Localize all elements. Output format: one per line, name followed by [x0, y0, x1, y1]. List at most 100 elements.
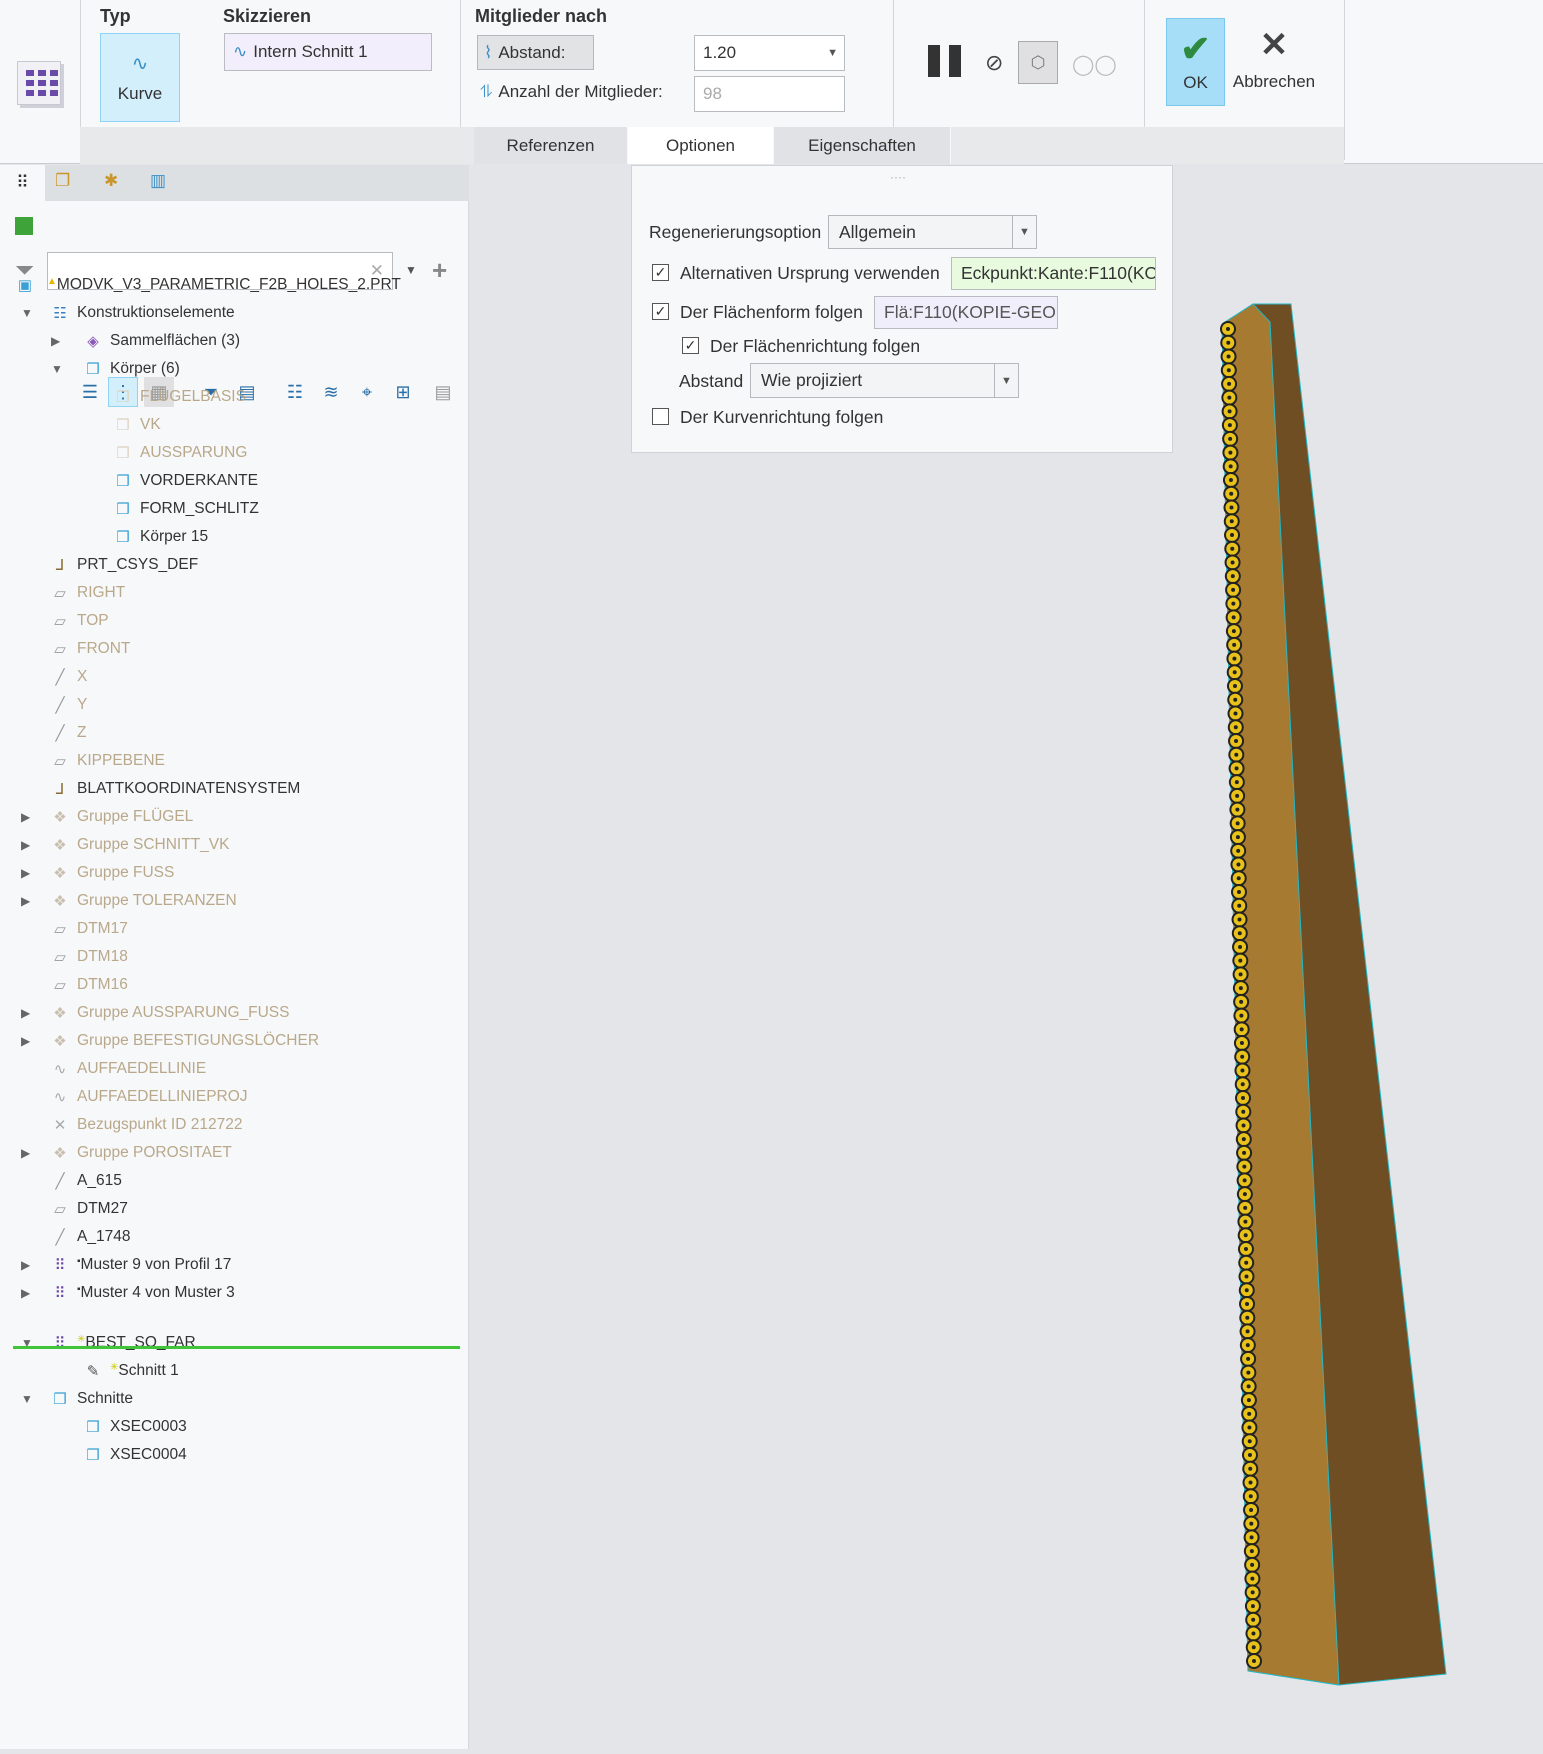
alt-origin-checkbox[interactable]: ✓: [652, 264, 669, 281]
tree-item[interactable]: ▶ ⠿ ▪Muster 4 von Muster 3: [0, 1279, 469, 1307]
body-icon: ❒: [116, 501, 130, 518]
collapse-arrow-icon[interactable]: ▼: [21, 306, 33, 320]
tree-item[interactable]: ▱ DTM17: [0, 915, 469, 943]
tree-item[interactable]: ❒ FLÜGELBASIS: [0, 383, 469, 411]
tree-item[interactable]: ▶ ❖ Gruppe BEFESTIGUNGSLÖCHER: [0, 1027, 469, 1055]
surface-dir-checkbox[interactable]: ✓: [682, 337, 699, 354]
tree-item[interactable]: ✕ Bezugspunkt ID 212722: [0, 1111, 469, 1139]
tree-item[interactable]: ╱ A_615: [0, 1167, 469, 1195]
tree-item[interactable]: ▼ ⠿ ✳BEST_SO_FAR: [0, 1329, 469, 1357]
expand-arrow-icon[interactable]: ▶: [21, 1286, 30, 1300]
glasses-icon[interactable]: ◯◯: [1072, 52, 1117, 77]
folder-browser-icon[interactable]: ❐: [55, 171, 70, 191]
tree-item[interactable]: ▱ DTM27: [0, 1195, 469, 1223]
tree-item[interactable]: ⅃ BLATTKOORDINATENSYSTEM: [0, 775, 469, 803]
insert-marker[interactable]: [13, 1346, 460, 1349]
expand-arrow-icon[interactable]: ▶: [51, 334, 60, 348]
expand-arrow-icon[interactable]: ▶: [21, 838, 30, 852]
layers-chart-icon[interactable]: ▥: [150, 171, 166, 191]
tree-item-label: FRONT: [77, 640, 131, 657]
tab-model-tree-icon[interactable]: ⠿: [0, 165, 45, 201]
tree-item[interactable]: ╱ A_1748: [0, 1223, 469, 1251]
surface-collector[interactable]: Flä:F110(KOPIE-GEOM: [874, 296, 1058, 329]
tab-optionen[interactable]: Optionen: [628, 127, 774, 164]
expand-arrow-icon[interactable]: ▶: [21, 810, 30, 824]
tree-item[interactable]: ▶ ⠿ ▪Muster 9 von Profil 17: [0, 1251, 469, 1279]
sketch-collector[interactable]: ∿ Intern Schnitt 1: [224, 33, 432, 71]
tree-item[interactable]: ╱ Z: [0, 719, 469, 747]
tree-item[interactable]: ▶ ❖ Gruppe TOLERANZEN: [0, 887, 469, 915]
alt-origin-label: Alternativen Ursprung verwenden: [680, 263, 940, 283]
no-preview-icon[interactable]: ⊘: [985, 50, 1003, 76]
tree-item[interactable]: ∿ AUFFAEDELLINIEPROJ: [0, 1083, 469, 1111]
tab-referenzen[interactable]: Referenzen: [474, 127, 628, 164]
collapse-arrow-icon[interactable]: ▼: [21, 1392, 33, 1406]
favorites-icon[interactable]: ✱: [104, 171, 118, 191]
tree-item[interactable]: ▼ ☷ Konstruktionselemente: [0, 299, 469, 327]
surface-shape-checkbox[interactable]: ✓: [652, 303, 669, 320]
tree-item[interactable]: ▶ ❖ Gruppe SCHNITT_VK: [0, 831, 469, 859]
tree-item[interactable]: ▱ RIGHT: [0, 579, 469, 607]
tree-item[interactable]: ▶ ❖ Gruppe AUSSPARUNG_FUSS: [0, 999, 469, 1027]
tree-item[interactable]: ❒ FORM_SCHLITZ: [0, 495, 469, 523]
pattern-member-center: [1231, 587, 1236, 592]
tab-eigenschaften[interactable]: Eigenschaften: [774, 127, 951, 164]
pattern-member-center: [1245, 1329, 1250, 1334]
tree-item[interactable]: ▶ ❖ Gruppe POROSITAET: [0, 1139, 469, 1167]
tree-item-label: A_1748: [77, 1228, 131, 1245]
expand-arrow-icon[interactable]: ▶: [21, 866, 30, 880]
tree-item[interactable]: ❒ VORDERKANTE: [0, 467, 469, 495]
tree-item[interactable]: ▶ ❖ Gruppe FLÜGEL: [0, 803, 469, 831]
tree-item[interactable]: ❒ VK: [0, 411, 469, 439]
tree-item[interactable]: ⅃ PRT_CSYS_DEF: [0, 551, 469, 579]
abstand-dropdown[interactable]: Wie projiziert ▼: [750, 363, 1019, 398]
drag-handle[interactable]: ····: [890, 170, 906, 184]
point-icon: ✕: [53, 1117, 67, 1134]
group-icon: ❖: [53, 1033, 67, 1050]
abstand-value-dropdown[interactable]: 1.20 ▼: [694, 35, 845, 71]
regen-dropdown[interactable]: Allgemein ▼: [828, 215, 1037, 249]
expand-arrow-icon[interactable]: ▶: [21, 1146, 30, 1160]
alt-origin-collector[interactable]: Eckpunkt:Kante:F110(KO: [951, 257, 1156, 290]
tree-item-label: PRT_CSYS_DEF: [77, 556, 199, 573]
collapse-arrow-icon[interactable]: ▼: [51, 362, 63, 376]
pause-icon[interactable]: [928, 45, 962, 77]
tree-item[interactable]: ∿ AUFFAEDELLINIE: [0, 1055, 469, 1083]
count-icon: ⥮: [480, 82, 493, 101]
tree-item[interactable]: ▱ DTM18: [0, 943, 469, 971]
cancel-button[interactable]: ✕ Abbrechen: [1228, 28, 1320, 92]
expand-arrow-icon[interactable]: ▶: [21, 1034, 30, 1048]
expand-arrow-icon[interactable]: ▶: [21, 1258, 30, 1272]
regen-label: Regenerierungsoption: [649, 222, 822, 242]
tree-item-label: Körper 15: [140, 528, 209, 545]
tree-item[interactable]: ▶ ◈ Sammelflächen (3): [0, 327, 469, 355]
body-color-icon[interactable]: [15, 217, 33, 235]
tree-item[interactable]: ❒ AUSSPARUNG: [0, 439, 469, 467]
curve-icon: ∿: [53, 1089, 67, 1106]
tree-item[interactable]: ▱ TOP: [0, 607, 469, 635]
tree-item[interactable]: ❒ XSEC0003: [0, 1413, 469, 1441]
tree-item[interactable]: ▼ ❒ Körper (6): [0, 355, 469, 383]
tree-item[interactable]: ✎ ✳Schnitt 1: [0, 1357, 469, 1385]
anzahl-field[interactable]: 98: [694, 76, 845, 112]
tree-item[interactable]: ▱ KIPPEBENE: [0, 747, 469, 775]
type-curve-button[interactable]: ∿ Kurve: [100, 33, 180, 122]
expand-arrow-icon[interactable]: ▶: [21, 1006, 30, 1020]
curve-dir-checkbox[interactable]: [652, 408, 669, 425]
pattern-member-center: [1235, 793, 1240, 798]
body-icon: ❒: [116, 417, 130, 434]
expand-arrow-icon[interactable]: ▶: [21, 894, 30, 908]
tree-item[interactable]: ▶ ❖ Gruppe FUSS: [0, 859, 469, 887]
tree-item[interactable]: ❒ Körper 15: [0, 523, 469, 551]
tree-item[interactable]: ▼ ❒ Schnitte: [0, 1385, 469, 1413]
tree-item[interactable]: ╱ X: [0, 663, 469, 691]
verify-preview-icon[interactable]: ⬡: [1018, 41, 1058, 84]
ok-button[interactable]: ✔ OK: [1166, 18, 1225, 106]
tree-item[interactable]: ▱ DTM16: [0, 971, 469, 999]
abstand-button[interactable]: ⌇ Abstand:: [477, 35, 594, 70]
tree-item[interactable]: ❒ XSEC0004: [0, 1441, 469, 1469]
pattern-member-center: [1247, 1425, 1252, 1430]
tree-item[interactable]: ╱ Y: [0, 691, 469, 719]
tree-item[interactable]: ▣ ▲MODVK_V3_PARAMETRIC_F2B_HOLES_2.PRT: [0, 271, 469, 299]
tree-item[interactable]: ▱ FRONT: [0, 635, 469, 663]
